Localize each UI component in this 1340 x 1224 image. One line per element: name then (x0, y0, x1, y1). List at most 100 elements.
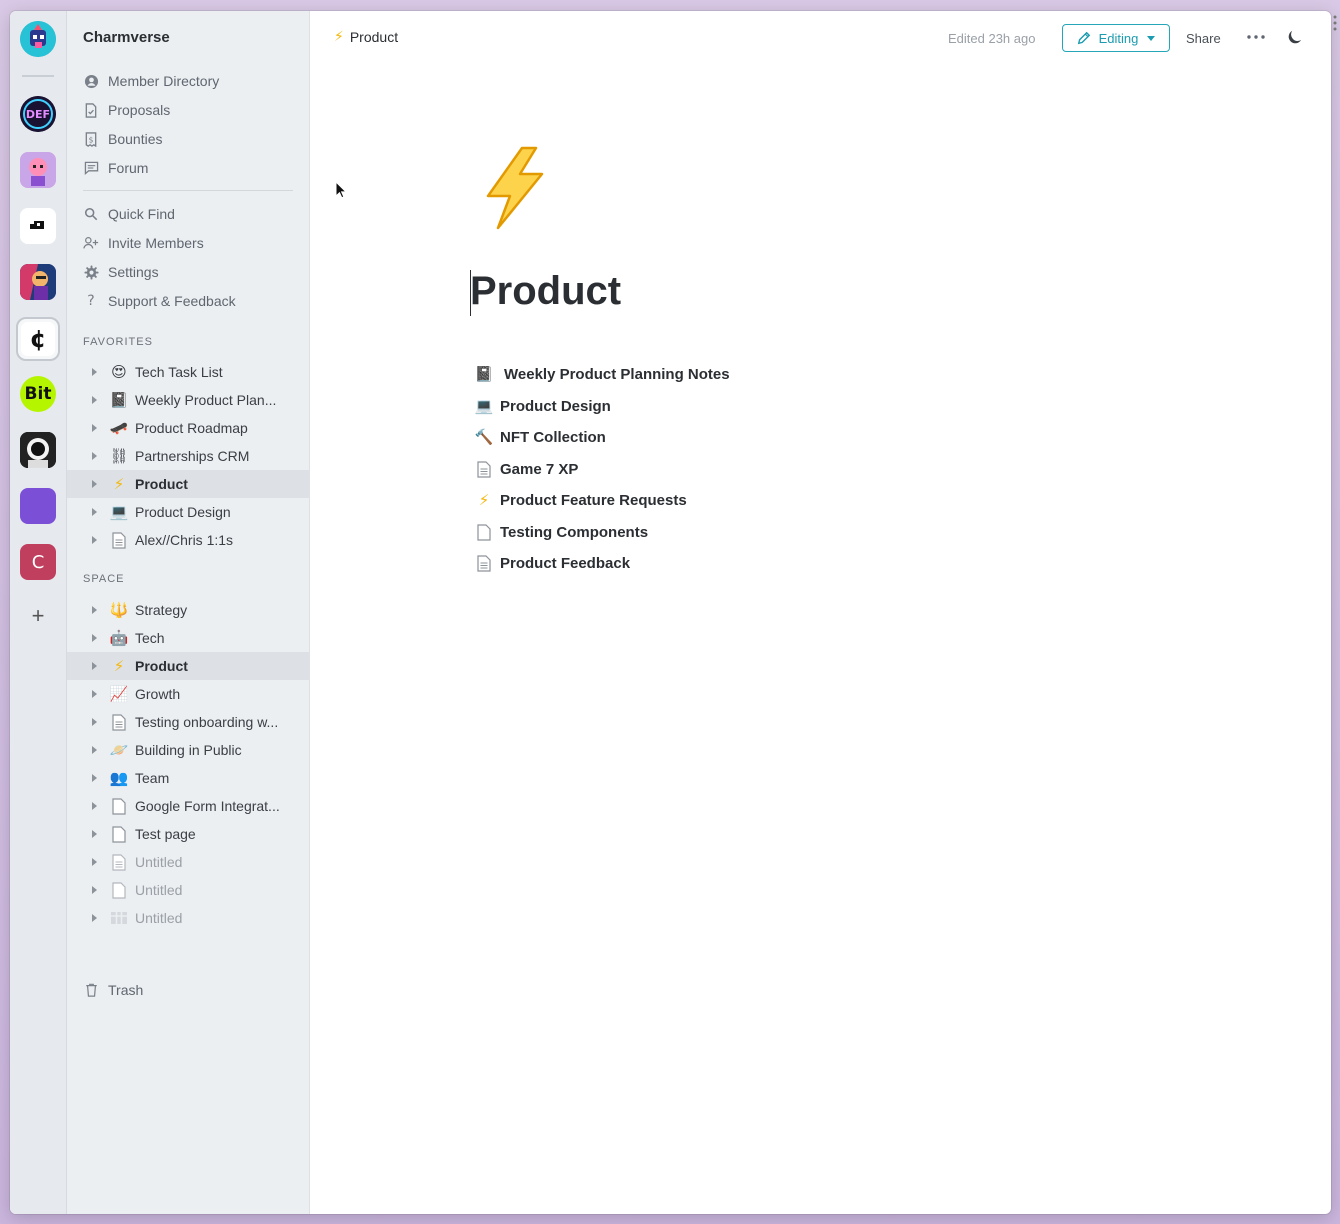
page-title[interactable]: Product (470, 269, 621, 314)
favorite-item-active[interactable]: ⚡ Product (67, 470, 309, 498)
page-blank-icon (108, 824, 130, 844)
subpage-link[interactable]: Testing Components (474, 520, 648, 544)
breadcrumb[interactable]: ⚡ Product (334, 29, 398, 45)
expand-caret-icon[interactable] (92, 746, 97, 754)
page-label: Alex//Chris 1:1s (135, 532, 234, 548)
favorite-item[interactable]: Alex//Chris 1:1s (67, 526, 309, 554)
nav-member-directory[interactable]: Member Directory (83, 69, 219, 93)
space-item[interactable]: 🔱 Strategy (67, 596, 309, 624)
dark-mode-toggle-icon[interactable] (1282, 25, 1306, 49)
space-item[interactable]: Untitled (67, 876, 309, 904)
expand-caret-icon[interactable] (92, 690, 97, 698)
favorite-item[interactable]: 📓 Weekly Product Plan... (67, 386, 309, 414)
expand-caret-icon[interactable] (92, 396, 97, 404)
expand-caret-icon[interactable] (92, 508, 97, 516)
space-item[interactable]: 🤖 Tech (67, 624, 309, 652)
chevron-down-icon (1147, 35, 1156, 41)
subpage-link[interactable]: Game 7 XP (474, 457, 578, 481)
page-emoji-icon: 📈 (109, 685, 129, 703)
page-emoji-icon: 🤖 (109, 629, 129, 647)
editing-mode-button[interactable]: Editing (1062, 24, 1170, 52)
space-avatar-bit[interactable]: Bit (20, 376, 56, 412)
page-bolt-icon[interactable] (480, 146, 550, 231)
favorite-item[interactable]: 🛹 Product Roadmap (67, 414, 309, 442)
notebook-icon: 📓 (474, 365, 494, 383)
expand-caret-icon[interactable] (92, 452, 97, 460)
app-window: DEF ¢ Bit C + Charmverse Member Director… (10, 11, 1331, 1214)
add-people-icon (83, 235, 99, 251)
more-options-icon[interactable] (1244, 25, 1268, 49)
page-label: Product (135, 476, 188, 492)
page-label: Test page (135, 826, 196, 842)
space-item[interactable]: Untitled (67, 904, 309, 932)
trash-button[interactable]: Trash (83, 982, 143, 998)
nav-support-feedback[interactable]: ? Support & Feedback (83, 289, 235, 313)
page-emoji-icon: 😍 (111, 363, 127, 381)
expand-caret-icon[interactable] (92, 634, 97, 642)
bolt-icon: ⚡ (113, 475, 125, 493)
page-label: Product Design (135, 504, 231, 520)
page-emoji-icon: 🔱 (109, 601, 129, 619)
nav-quick-find[interactable]: Quick Find (83, 202, 175, 226)
space-item[interactable]: 📈 Growth (67, 680, 309, 708)
expand-caret-icon[interactable] (92, 914, 97, 922)
expand-caret-icon[interactable] (92, 718, 97, 726)
expand-caret-icon[interactable] (92, 858, 97, 866)
trash-icon (83, 982, 99, 998)
add-space-button[interactable]: + (26, 604, 50, 628)
nav-settings[interactable]: Settings (83, 260, 159, 284)
favorite-item[interactable]: ⛓ Partnerships CRM (67, 442, 309, 470)
nav-bounties[interactable]: $ Bounties (83, 127, 162, 151)
space-item[interactable]: 👥 Team (67, 764, 309, 792)
expand-caret-icon[interactable] (92, 886, 97, 894)
document-check-icon (83, 102, 99, 118)
expand-caret-icon[interactable] (92, 368, 97, 376)
space-item[interactable]: Test page (67, 820, 309, 848)
expand-caret-icon[interactable] (92, 830, 97, 838)
expand-caret-icon[interactable] (92, 662, 97, 670)
nav-forum[interactable]: Forum (83, 156, 148, 180)
bolt-icon: ⚡ (334, 29, 344, 45)
expand-caret-icon[interactable] (92, 480, 97, 488)
space-avatar-charmverse[interactable]: ¢ (16, 317, 60, 361)
space-avatar-pink[interactable] (20, 152, 56, 188)
expand-caret-icon[interactable] (92, 802, 97, 810)
page-header: ⚡ Product Edited 23h ago Editing Share (310, 11, 1331, 67)
space-item[interactable]: Untitled (67, 848, 309, 876)
subpage-link[interactable]: 🔨 NFT Collection (474, 425, 606, 449)
nav-invite-members[interactable]: Invite Members (83, 231, 204, 255)
page-blank-icon (108, 880, 130, 900)
subpage-link[interactable]: 📓 Weekly Product Planning Notes (474, 362, 730, 386)
workspace-name[interactable]: Charmverse (83, 29, 170, 46)
space-avatar-current[interactable] (20, 21, 56, 57)
sidebar: Charmverse Member Directory Proposals $ … (67, 11, 310, 1214)
space-avatar-c[interactable]: C (20, 544, 56, 580)
receipt-icon: $ (83, 131, 99, 147)
subpage-label: Product Design (500, 397, 611, 415)
space-avatar-art[interactable] (20, 264, 56, 300)
space-avatar-blackwhite[interactable] (20, 208, 56, 244)
hammer-icon: 🔨 (474, 428, 494, 446)
bolt-icon: ⚡ (478, 491, 490, 509)
subpage-link[interactable]: 💻 Product Design (474, 394, 611, 418)
share-button[interactable]: Share (1186, 31, 1221, 46)
space-item[interactable]: 🪐 Building in Public (67, 736, 309, 764)
page-blank-icon (474, 522, 494, 542)
nav-proposals[interactable]: Proposals (83, 98, 170, 122)
space-item-active[interactable]: ⚡ Product (67, 652, 309, 680)
subpage-link[interactable]: Product Feedback (474, 551, 630, 575)
favorite-item[interactable]: 😍 Tech Task List (67, 358, 309, 386)
favorite-item[interactable]: 💻 Product Design (67, 498, 309, 526)
subpage-label: Product Feature Requests (500, 491, 687, 509)
space-avatar-astronaut[interactable] (20, 432, 56, 468)
space-avatar-def[interactable]: DEF (20, 96, 56, 132)
expand-caret-icon[interactable] (92, 774, 97, 782)
page-label: Partnerships CRM (135, 448, 250, 464)
space-avatar-purple[interactable] (20, 488, 56, 524)
space-item[interactable]: Testing onboarding w... (67, 708, 309, 736)
expand-caret-icon[interactable] (92, 424, 97, 432)
space-item[interactable]: Google Form Integrat... (67, 792, 309, 820)
expand-caret-icon[interactable] (92, 536, 97, 544)
expand-caret-icon[interactable] (92, 606, 97, 614)
subpage-link[interactable]: ⚡ Product Feature Requests (474, 488, 687, 512)
